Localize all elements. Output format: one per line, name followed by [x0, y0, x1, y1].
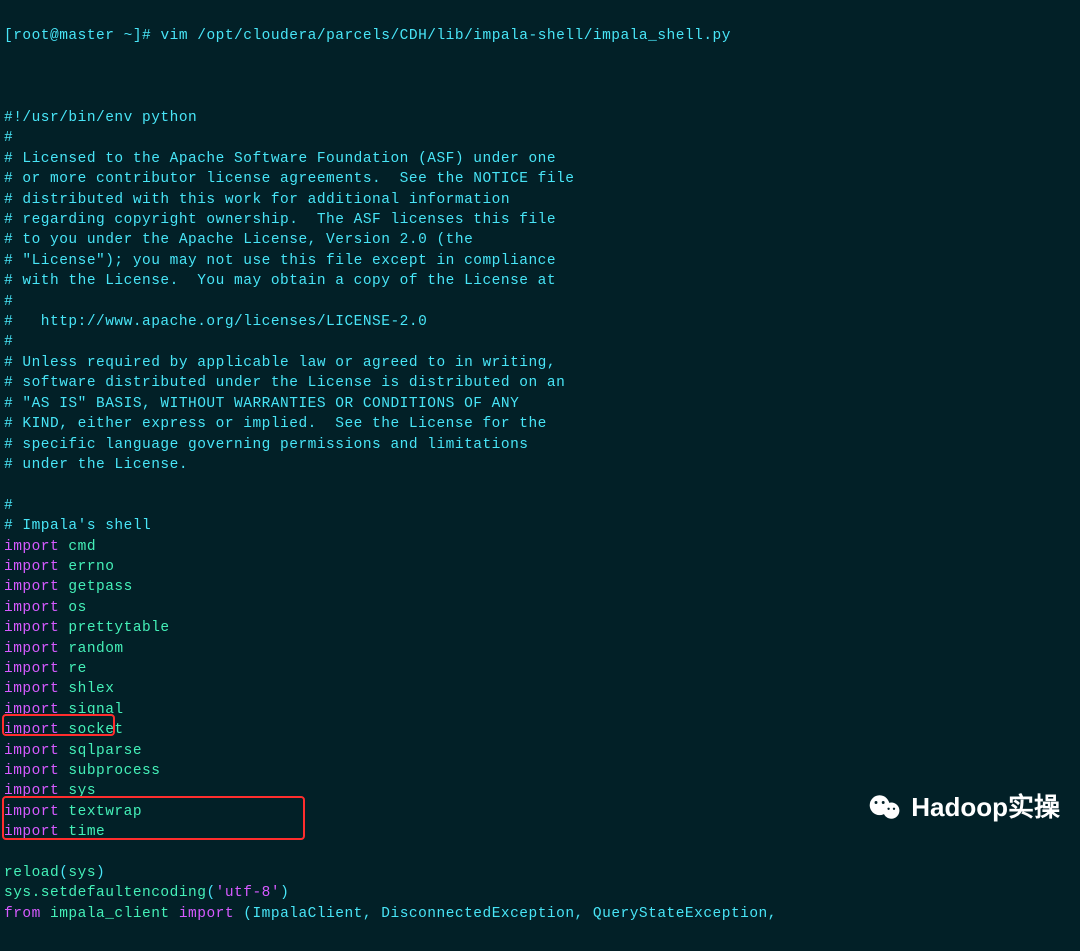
code-line: # regarding copyright ownership. The ASF…	[4, 210, 1076, 230]
code-line: # or more contributor license agreements…	[4, 169, 1076, 189]
code-line: import shlex	[4, 679, 1076, 699]
code-line: import prettytable	[4, 618, 1076, 638]
code-line: import errno	[4, 557, 1076, 577]
shell-command: vim /opt/cloudera/parcels/CDH/lib/impala…	[160, 28, 731, 44]
code-line: # "AS IS" BASIS, WITHOUT WARRANTIES OR C…	[4, 394, 1076, 414]
code-line: # to you under the Apache License, Versi…	[4, 230, 1076, 250]
code-line: # KIND, either express or implied. See t…	[4, 414, 1076, 434]
code-line: import subprocess	[4, 761, 1076, 781]
code-line: import os	[4, 598, 1076, 618]
code-line: import getpass	[4, 577, 1076, 597]
code-line: # specific language governing permission…	[4, 435, 1076, 455]
code-line: #	[4, 332, 1076, 352]
code-line: # software distributed under the License…	[4, 373, 1076, 393]
code-line: import signal	[4, 700, 1076, 720]
wechat-icon	[867, 789, 903, 825]
code-line: # http://www.apache.org/licenses/LICENSE…	[4, 312, 1076, 332]
code-line: #!/usr/bin/env python	[4, 108, 1076, 128]
code-line: # Impala's shell	[4, 516, 1076, 536]
code-line: # distributed with this work for additio…	[4, 190, 1076, 210]
watermark: Hadoop实操	[867, 789, 1060, 825]
code-line: from impala_client import (ImpalaClient,…	[4, 904, 1076, 924]
code-line: import re	[4, 659, 1076, 679]
code-line: #	[4, 496, 1076, 516]
code-line: import sqlparse	[4, 741, 1076, 761]
code-line: sys.setdefaultencoding('utf-8')	[4, 883, 1076, 903]
shell-prompt: [root@master ~]#	[4, 28, 160, 44]
code-line: # under the License.	[4, 455, 1076, 475]
watermark-text: Hadoop实操	[911, 797, 1060, 817]
code-line: import cmd	[4, 537, 1076, 557]
code-line: reload(sys)	[4, 863, 1076, 883]
code-line: # Unless required by applicable law or a…	[4, 353, 1076, 373]
code-line: #	[4, 128, 1076, 148]
code-line: import socket	[4, 720, 1076, 740]
code-line: import time	[4, 822, 1076, 842]
code-line: # with the License. You may obtain a cop…	[4, 271, 1076, 291]
code-line: # Licensed to the Apache Software Founda…	[4, 149, 1076, 169]
code-line: #	[4, 292, 1076, 312]
blank-line	[4, 67, 1076, 87]
code-line: # "License"); you may not use this file …	[4, 251, 1076, 271]
code-line	[4, 475, 1076, 495]
code-line	[4, 843, 1076, 863]
code-line: import random	[4, 639, 1076, 659]
command-line: [root@master ~]# vim /opt/cloudera/parce…	[4, 26, 1076, 46]
